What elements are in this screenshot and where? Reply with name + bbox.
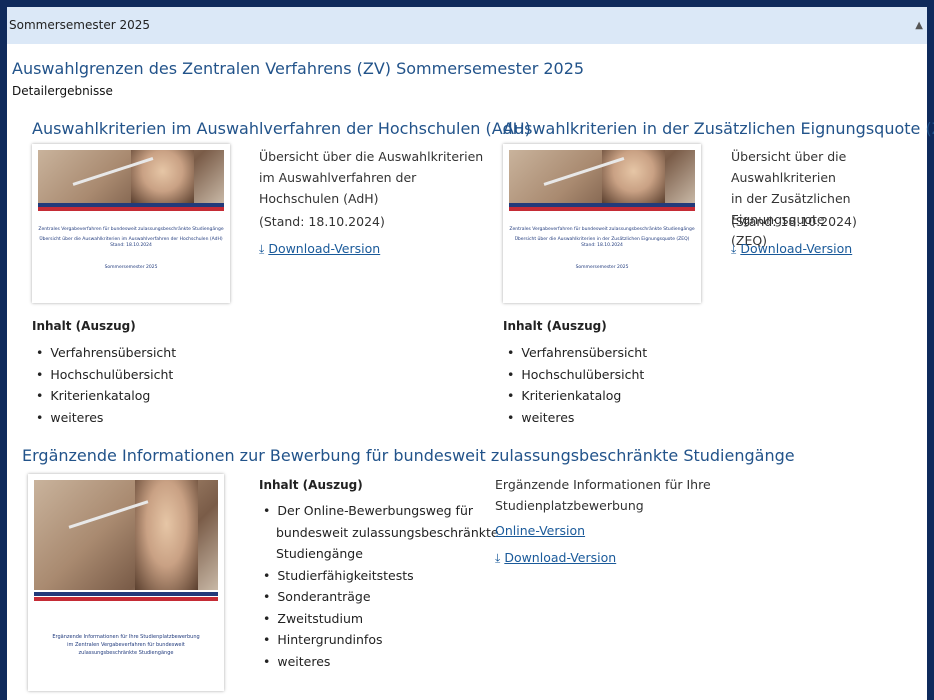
adh-download-label: Download-Version: [268, 241, 381, 256]
erg-doc-caption-3: zulassungsbeschränkte Studiengänge: [78, 650, 174, 656]
list-item-continuation: Studiengänge: [263, 543, 499, 565]
adh-desc-line-1: Übersicht über die Auswahlkriterien: [259, 149, 484, 164]
zeq-doc-caption-1: Zentrales Vergabeverfahren für bundeswei…: [509, 227, 695, 232]
zeq-document-photo: [509, 150, 695, 203]
zeq-download-label: Download-Version: [740, 241, 853, 256]
semester-bar[interactable]: Sommersemester 2025 ▲: [7, 7, 927, 44]
zeq-download-link[interactable]: ⤓ Download-Version: [731, 241, 852, 257]
adh-inhalt-label: Inhalt (Auszug): [32, 319, 136, 333]
adh-heading: Auswahlkriterien im Auswahlverfahren der…: [32, 119, 531, 138]
list-item: Sonderanträge: [263, 586, 499, 608]
zeq-description: Übersicht über die Auswahlkriterien in d…: [731, 146, 934, 251]
erg-desc-line-1: Ergänzende Informationen für Ihre: [495, 477, 711, 492]
adh-document-photo: [38, 150, 224, 203]
list-item: Studierfähigkeitstests: [263, 565, 499, 587]
erg-heading: Ergänzende Informationen zur Bewerbung f…: [22, 446, 795, 465]
list-item: Hintergrundinfos: [263, 629, 499, 651]
adh-doc-footer: Sommersemester 2025: [104, 265, 158, 270]
adh-document-thumbnail[interactable]: Zentrales Vergabeverfahren für bundeswei…: [32, 144, 230, 303]
erg-download-label: Download-Version: [504, 550, 617, 565]
zeq-inhalt-label: Inhalt (Auszug): [503, 319, 607, 333]
collapse-icon[interactable]: ▲: [915, 7, 923, 44]
list-item: weiteres: [263, 651, 499, 673]
download-icon: ⤓: [259, 242, 265, 256]
page-subtitle: Detailergebnisse: [12, 84, 113, 98]
adh-description: Übersicht über die Auswahlkriterien im A…: [259, 146, 483, 209]
zeq-content-list: Verfahrensübersicht Hochschulübersicht K…: [507, 342, 647, 428]
erg-download-link[interactable]: ⤓ Download-Version: [495, 550, 616, 566]
list-item: Hochschulübersicht: [36, 364, 176, 386]
erg-online-link[interactable]: Online-Version: [495, 523, 585, 538]
list-item: Zweitstudium: [263, 608, 499, 630]
zeq-document-thumbnail[interactable]: Zentrales Vergabeverfahren für bundeswei…: [503, 144, 701, 303]
list-item: weiteres: [36, 407, 176, 429]
erg-document-photo: [34, 480, 218, 590]
erg-content-list: Der Online-Bewerbungsweg für bundesweit …: [263, 500, 499, 672]
list-item: Hochschulübersicht: [507, 364, 647, 386]
list-item: Verfahrensübersicht: [36, 342, 176, 364]
adh-doc-caption-3: Stand: 18.10.2024: [110, 243, 152, 248]
zeq-doc-caption-3: Stand: 18.10.2024: [581, 243, 623, 248]
download-icon: ⤓: [495, 551, 501, 565]
list-item: Kriterienkatalog: [36, 385, 176, 407]
erg-doc-caption-1: Ergänzende Informationen für Ihre Studie…: [52, 634, 200, 640]
erg-doc-caption-2: im Zentralen Vergabeverfahren für bundes…: [67, 642, 185, 648]
list-item-text: Studiengänge: [276, 546, 363, 561]
erg-description: Ergänzende Informationen für Ihre Studie…: [495, 474, 711, 516]
page-title: Auswahlgrenzen des Zentralen Verfahrens …: [12, 59, 585, 78]
adh-content-list: Verfahrensübersicht Hochschulübersicht K…: [36, 342, 176, 428]
zeq-stand: (Stand: 18.10.2024): [731, 214, 857, 229]
adh-download-link[interactable]: ⤓ Download-Version: [259, 241, 380, 257]
adh-doc-caption-1: Zentrales Vergabeverfahren für bundeswei…: [38, 227, 224, 232]
erg-desc-line-2: Studienplatzbewerbung: [495, 498, 644, 513]
list-item-continuation: bundesweit zulassungsbeschränkte: [263, 522, 499, 544]
semester-label: Sommersemester 2025: [9, 18, 150, 32]
list-item-text: bundesweit zulassungsbeschränkte: [276, 524, 499, 540]
list-item: weiteres: [507, 407, 647, 429]
list-item: Kriterienkatalog: [507, 385, 647, 407]
adh-stand: (Stand: 18.10.2024): [259, 214, 385, 229]
adh-desc-line-2: im Auswahlverfahren der: [259, 170, 417, 185]
list-item: Der Online-Bewerbungsweg für: [263, 500, 499, 522]
adh-desc-line-3: Hochschulen (AdH): [259, 191, 379, 206]
zeq-doc-footer: Sommersemester 2025: [575, 265, 629, 270]
erg-inhalt-label: Inhalt (Auszug): [259, 478, 363, 492]
zeq-desc-line-1: Übersicht über die Auswahlkriterien: [731, 149, 847, 185]
erg-document-thumbnail[interactable]: Ergänzende Informationen für Ihre Studie…: [28, 474, 224, 691]
list-item: Verfahrensübersicht: [507, 342, 647, 364]
download-icon: ⤓: [731, 242, 737, 256]
zeq-heading: Auswahlkriterien in der Zusätzlichen Eig…: [503, 119, 934, 138]
